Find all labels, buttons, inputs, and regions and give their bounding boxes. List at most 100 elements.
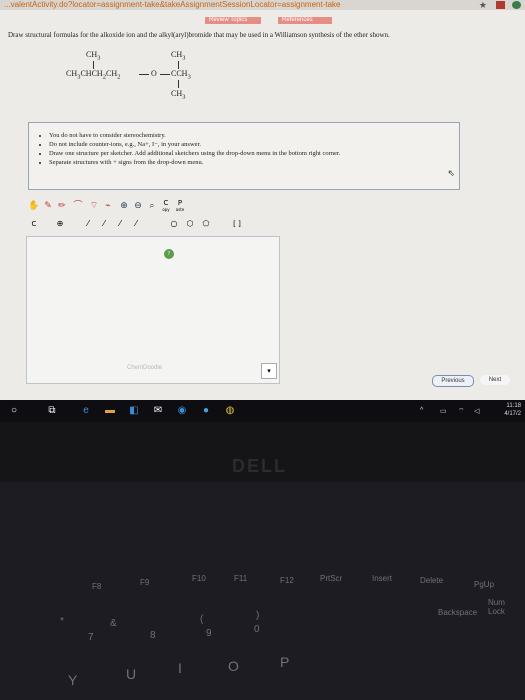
key: U xyxy=(126,666,137,682)
mol-right-bottom: CH3 xyxy=(171,89,186,101)
key: 0 xyxy=(254,624,260,635)
key: P xyxy=(280,654,290,670)
zoom-out-icon[interactable]: ⊖ xyxy=(132,200,144,212)
mol-right-top: CH3 xyxy=(171,50,186,62)
key: F11 xyxy=(234,574,248,583)
cortana-icon[interactable]: ○ xyxy=(8,405,20,417)
pencil-icon[interactable]: ✏ xyxy=(56,200,68,212)
instruction-item: Do not include counter-ions, e.g., Na+, … xyxy=(49,140,459,149)
brackets-button[interactable]: [ ] xyxy=(228,218,246,230)
previous-button[interactable]: Previous xyxy=(432,375,474,387)
key: I xyxy=(178,660,182,676)
file-explorer-icon[interactable]: ▬ xyxy=(104,405,116,417)
mouse-cursor-icon: ⇖ xyxy=(447,168,455,178)
url-text: ...valentActivity.do?locator=assignment-… xyxy=(4,0,341,9)
sketcher-dropdown[interactable]: ▾ xyxy=(261,363,277,379)
key: ( xyxy=(200,614,204,625)
system-clock[interactable]: 11:18 4/17/2 xyxy=(504,402,521,418)
key: F12 xyxy=(280,576,294,585)
mol-left-chain: CH3CHCH2CH2 xyxy=(66,69,121,81)
bond xyxy=(139,74,149,75)
copy-sub-label: opy xyxy=(162,207,170,212)
copy-button[interactable]: Copy xyxy=(160,199,172,213)
copy-label: C xyxy=(163,199,169,207)
bond xyxy=(178,80,179,88)
edge-icon[interactable]: e xyxy=(80,405,92,417)
single-bond-button[interactable]: ⁄ xyxy=(82,218,94,230)
key: Delete xyxy=(420,576,444,585)
key: Insert xyxy=(372,574,393,583)
wand-icon[interactable]: ⌁ xyxy=(102,200,114,212)
bond xyxy=(93,61,94,69)
paste-label: P xyxy=(177,199,183,207)
instruction-item: Draw one structure per sketcher. Add add… xyxy=(49,149,459,158)
laptop-keyboard: F8 F9 F10 F11 F12 PrtScr Insert Delete P… xyxy=(0,482,525,700)
chrome-icon[interactable]: ◉ xyxy=(176,405,188,417)
wifi-icon[interactable]: ⌔ xyxy=(458,407,465,416)
instruction-item: Separate structures with + signs from th… xyxy=(49,158,459,167)
key: PgUp xyxy=(474,580,495,589)
mol-oxygen: O xyxy=(151,69,157,78)
star-icon[interactable]: ★ xyxy=(479,0,487,10)
charge-button[interactable]: ⊕ xyxy=(54,218,66,230)
question-text: Draw structural formulas for the alkoxid… xyxy=(8,31,390,39)
key: ) xyxy=(256,610,260,621)
key: PrtScr xyxy=(320,574,343,583)
review-topics-button[interactable]: Review Topics xyxy=(205,17,261,24)
volume-icon[interactable]: ◁ xyxy=(474,407,479,415)
eraser-icon[interactable]: ✎ xyxy=(42,200,54,212)
instruction-item: You do not have to consider stereochemis… xyxy=(49,131,459,140)
carbon-atom-button[interactable]: C xyxy=(28,218,40,230)
bond xyxy=(160,74,170,75)
browser-screen: ...valentActivity.do?locator=assignment-… xyxy=(0,0,525,400)
sketcher-canvas[interactable]: ? ChemDoodle ▾ xyxy=(26,236,280,384)
zoom-in-icon[interactable]: ⊕ xyxy=(118,200,130,212)
mol-right-mid: CCH3 xyxy=(171,69,191,81)
next-button[interactable]: Next xyxy=(480,375,510,385)
bond xyxy=(178,61,179,69)
key: F10 xyxy=(192,574,206,583)
previous-label: Previous xyxy=(441,378,465,384)
key: & xyxy=(110,618,117,629)
wedge-bond-button[interactable]: ⁄ xyxy=(98,218,110,230)
store-icon[interactable]: ◧ xyxy=(128,405,140,417)
clock-date: 4/17/2 xyxy=(504,411,521,417)
references-button[interactable]: References xyxy=(278,17,332,24)
help-icon[interactable]: ? xyxy=(164,249,174,259)
paste-button[interactable]: Paste xyxy=(174,199,186,213)
ring-6-button[interactable]: ⬡ xyxy=(184,218,196,230)
key: F8 xyxy=(92,582,102,591)
triple-bond-button[interactable]: ⁄ xyxy=(130,218,142,230)
clock-time: 11:18 xyxy=(506,403,521,409)
double-bond-button[interactable]: ⁄ xyxy=(114,218,126,230)
task-view-icon[interactable]: ⧉ xyxy=(46,405,58,417)
sketcher-toolbar-top: ✋ ✎ ✏ ⌒ ⌔ ⌁ ⊕ ⊖ ⌕ Copy Paste xyxy=(28,200,188,214)
mail-icon[interactable]: ✉ xyxy=(152,405,164,417)
key: 8 xyxy=(150,630,156,641)
sticky-notes-icon[interactable]: ◍ xyxy=(224,405,236,417)
battery-icon[interactable]: ▭ xyxy=(440,407,447,415)
ring-3-button[interactable]: ○ xyxy=(168,218,180,230)
ring-icon[interactable]: ⌒ xyxy=(72,200,84,212)
dell-logo: DELL xyxy=(232,456,287,476)
lasso-icon[interactable]: ⌔ xyxy=(88,200,100,212)
sketcher-toolbar-bottom: C ⊕ ⁄ ⁄ ⁄ ⁄ ○ ⬡ ⬠ [ ] xyxy=(28,218,268,230)
instructions-list: You do not have to consider stereochemis… xyxy=(29,131,459,167)
clean-icon[interactable]: ⌕ xyxy=(146,200,158,212)
instructions-box: You do not have to consider stereochemis… xyxy=(28,122,460,190)
ring-5-button[interactable]: ⬠ xyxy=(200,218,212,230)
mol-left-top: CH3 xyxy=(86,50,101,62)
hand-icon[interactable]: ✋ xyxy=(28,200,40,212)
paste-sub-label: aste xyxy=(175,207,185,212)
tray-chevron-icon[interactable]: ^ xyxy=(420,407,423,414)
key: Y xyxy=(68,672,78,688)
app-icon[interactable]: ● xyxy=(200,405,212,417)
key: O xyxy=(228,658,239,674)
key: 7 xyxy=(88,632,94,643)
chemdoodle-watermark: ChemDoodle xyxy=(127,365,163,371)
extension-icon[interactable] xyxy=(496,1,505,9)
profile-icon[interactable] xyxy=(512,1,521,9)
laptop-bezel: DELL xyxy=(0,422,525,482)
address-bar[interactable]: ...valentActivity.do?locator=assignment-… xyxy=(0,0,525,10)
key: Backspace xyxy=(438,608,478,617)
